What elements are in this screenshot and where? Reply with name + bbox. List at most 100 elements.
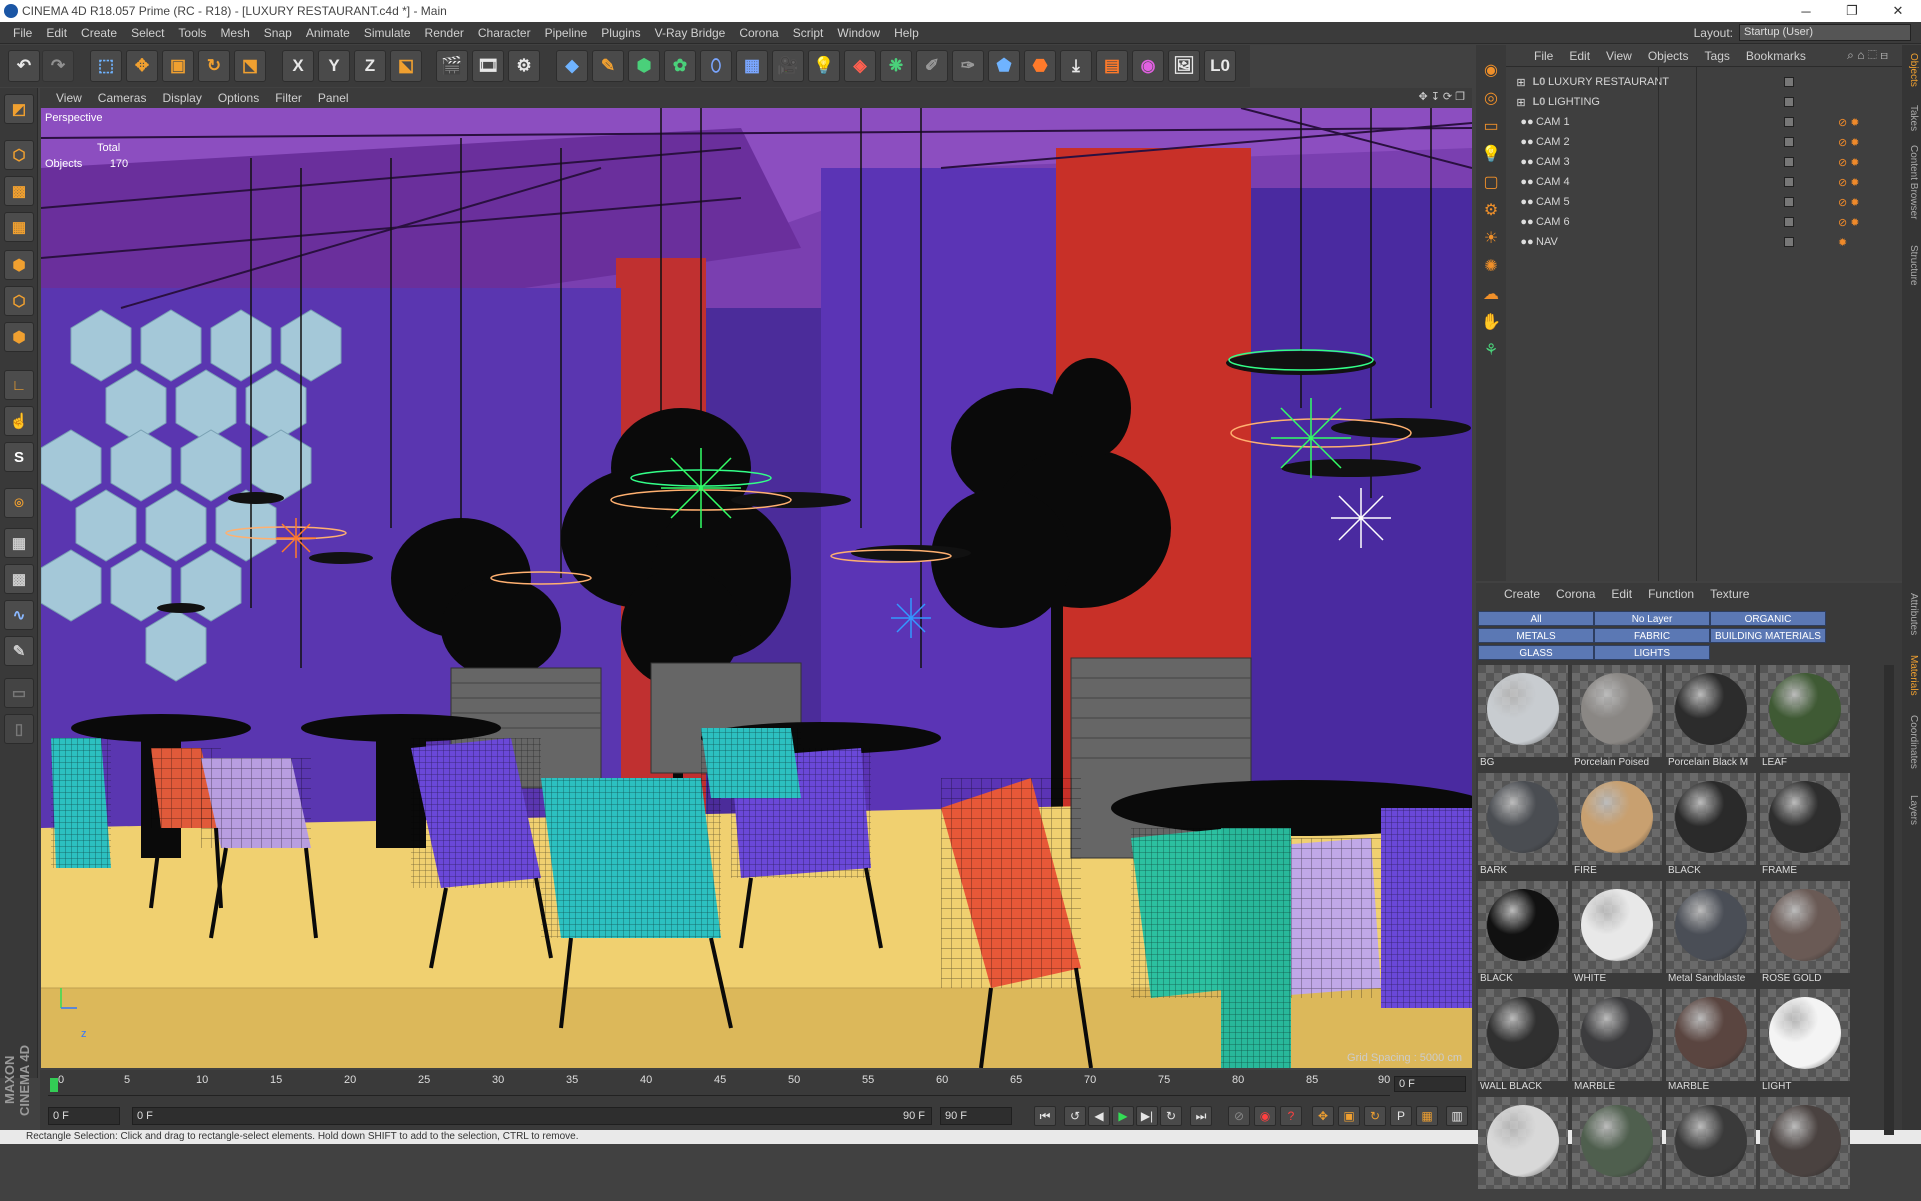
material-swatch[interactable]	[1478, 1097, 1568, 1201]
record-keys-icon[interactable]: ◉	[1254, 1106, 1276, 1126]
material-swatch[interactable]	[1760, 1097, 1850, 1201]
timeline-window-icon[interactable]: ▥	[1446, 1106, 1468, 1126]
camera-icon[interactable]: 🎥	[772, 50, 804, 82]
camera-tags-icon[interactable]: ⊘ ✹	[1838, 156, 1860, 169]
subdivision-icon[interactable]: ⬢	[628, 50, 660, 82]
object-row-luxury-restaurant[interactable]: ⊞ L0 LUXURY RESTAURANT	[1512, 73, 1896, 91]
viewport-menu-cameras[interactable]: Cameras	[90, 91, 155, 105]
filter-metals-button[interactable]: METALS	[1478, 628, 1594, 643]
menu-vray-bridge[interactable]: V-Ray Bridge	[648, 26, 733, 40]
perspective-viewport[interactable]: Perspective Total Objects 170 z Grid Spa…	[41, 108, 1472, 1068]
mat-menu-edit[interactable]: Edit	[1603, 587, 1640, 601]
array-icon[interactable]: ✿	[664, 50, 696, 82]
visibility-toggle[interactable]	[1784, 177, 1794, 187]
viewport-menu-view[interactable]: View	[48, 91, 90, 105]
light-icon[interactable]: 💡	[808, 50, 840, 82]
corona-proxy-icon[interactable]: ⚙	[1479, 199, 1503, 221]
hair-icon[interactable]: ❋	[880, 50, 912, 82]
undo-icon[interactable]: ↶	[8, 50, 40, 82]
menu-window[interactable]: Window	[830, 26, 887, 40]
menu-snap[interactable]: Snap	[257, 26, 299, 40]
tab-content-browser[interactable]: Content Browser	[1904, 145, 1919, 219]
menu-script[interactable]: Script	[786, 26, 831, 40]
visibility-toggle[interactable]	[1784, 97, 1794, 107]
material-swatch[interactable]: LEAF	[1760, 665, 1850, 769]
go-to-end-icon[interactable]: ⏭	[1190, 1106, 1212, 1126]
menu-corona[interactable]: Corona	[732, 26, 785, 40]
menu-edit[interactable]: Edit	[39, 26, 74, 40]
key-position-icon[interactable]: ✥	[1312, 1106, 1334, 1126]
key-scale-icon[interactable]: ▣	[1338, 1106, 1360, 1126]
key-pla-icon[interactable]: ▦	[1416, 1106, 1438, 1126]
select-tool-icon[interactable]: ⬚	[90, 50, 122, 82]
material-swatch[interactable]: BG	[1478, 665, 1568, 769]
viewport-menu-panel[interactable]: Panel	[310, 91, 357, 105]
material-swatch[interactable]: Porcelain Poised	[1572, 665, 1662, 769]
sketch-icon[interactable]: ✐	[916, 50, 948, 82]
camera-tags-icon[interactable]: ⊘ ✹	[1838, 116, 1860, 129]
camera-tags-icon[interactable]: ⊘ ✹	[1838, 136, 1860, 149]
visibility-toggle[interactable]	[1784, 77, 1794, 87]
material-swatch[interactable]: MARBLE	[1666, 989, 1756, 1093]
current-frame-field[interactable]: 0 F	[1394, 1076, 1466, 1092]
spline-pen-icon[interactable]: ✎	[592, 50, 624, 82]
filter-organic-button[interactable]: ORGANIC	[1710, 611, 1826, 626]
timeline[interactable]: 0 5 10 15 20 25 30 35 40 45 50 55 60 65 …	[40, 1070, 1472, 1106]
snap-icon[interactable]: ⌾	[4, 488, 34, 518]
previous-frame-icon[interactable]: ◀	[1088, 1106, 1110, 1126]
corona-sphere-icon[interactable]: ⬣	[1024, 50, 1056, 82]
material-swatch[interactable]: BARK	[1478, 773, 1568, 877]
instance-icon[interactable]: ⬟	[988, 50, 1020, 82]
next-frame-icon[interactable]: ▶|	[1136, 1106, 1158, 1126]
corona-tag-icon[interactable]: ✋	[1479, 311, 1503, 333]
menu-select[interactable]: Select	[124, 26, 171, 40]
end-frame-field[interactable]: 90 F	[940, 1107, 1012, 1125]
material-swatch[interactable]: FRAME	[1760, 773, 1850, 877]
solo-mode-icon[interactable]: S	[4, 442, 34, 472]
model-mode-icon[interactable]: ⬡	[4, 140, 34, 170]
corona-ipr-icon[interactable]: ◎	[1479, 87, 1503, 109]
obj-menu-edit[interactable]: Edit	[1561, 49, 1598, 63]
texture-mode-icon[interactable]: ▩	[4, 176, 34, 206]
material-swatch[interactable]: BLACK	[1478, 881, 1568, 985]
corona-volume-icon[interactable]: ☁	[1479, 283, 1503, 305]
cube-icon[interactable]: ◆	[556, 50, 588, 82]
workplane-icon[interactable]: ▦	[4, 212, 34, 242]
object-row-cam-6[interactable]: ●● CAM 6 ⊘ ✹	[1512, 213, 1896, 231]
x-axis-lock-button[interactable]: X	[282, 50, 314, 82]
filter-all-button[interactable]: All	[1478, 611, 1594, 626]
menu-pipeline[interactable]: Pipeline	[538, 26, 595, 40]
corona-camera-icon[interactable]: ▢	[1479, 171, 1503, 193]
menu-mesh[interactable]: Mesh	[213, 26, 256, 40]
visibility-toggle[interactable]	[1784, 217, 1794, 227]
visibility-toggle[interactable]	[1784, 237, 1794, 247]
tab-structure[interactable]: Structure	[1904, 245, 1919, 286]
import-icon[interactable]: ⤓	[1060, 50, 1092, 82]
corona-render-icon[interactable]: ▤	[1096, 50, 1128, 82]
picture-viewer-icon[interactable]: 🖼	[1168, 50, 1200, 82]
filter-building-materials-button[interactable]: BUILDING MATERIALS	[1710, 628, 1826, 643]
menu-plugins[interactable]: Plugins	[594, 26, 647, 40]
menu-character[interactable]: Character	[471, 26, 538, 40]
coordinate-system-icon[interactable]: ⬕	[390, 50, 422, 82]
floor-icon[interactable]: ▦	[736, 50, 768, 82]
object-row-cam-3[interactable]: ●● CAM 3 ⊘ ✹	[1512, 153, 1896, 171]
mat-menu-corona[interactable]: Corona	[1548, 587, 1603, 601]
object-row-nav[interactable]: ●● NAV ✹	[1512, 233, 1896, 251]
material-swatch[interactable]: Porcelain Black M	[1666, 665, 1756, 769]
filter-fabric-button[interactable]: FABRIC	[1594, 628, 1710, 643]
brush-icon[interactable]: ∿	[4, 600, 34, 630]
viewport-menu-filter[interactable]: Filter	[267, 91, 310, 105]
layer-l0-button[interactable]: L0	[1204, 50, 1236, 82]
visibility-toggle[interactable]	[1784, 197, 1794, 207]
menu-animate[interactable]: Animate	[299, 26, 357, 40]
deformer-icon[interactable]: ⬯	[700, 50, 732, 82]
obj-menu-bookmarks[interactable]: Bookmarks	[1738, 49, 1814, 63]
rotate-tool-icon[interactable]: ↻	[198, 50, 230, 82]
viewport-navigation-icons[interactable]: ✥↧⟳❐	[1418, 90, 1468, 103]
corona-scatter-icon[interactable]: ⚘	[1479, 339, 1503, 361]
make-editable-icon[interactable]: ◩	[4, 94, 34, 124]
expand-icon[interactable]: ⊞	[1512, 96, 1530, 109]
camera-tags-icon[interactable]: ⊘ ✹	[1838, 196, 1860, 209]
viewport-menu-display[interactable]: Display	[154, 91, 209, 105]
